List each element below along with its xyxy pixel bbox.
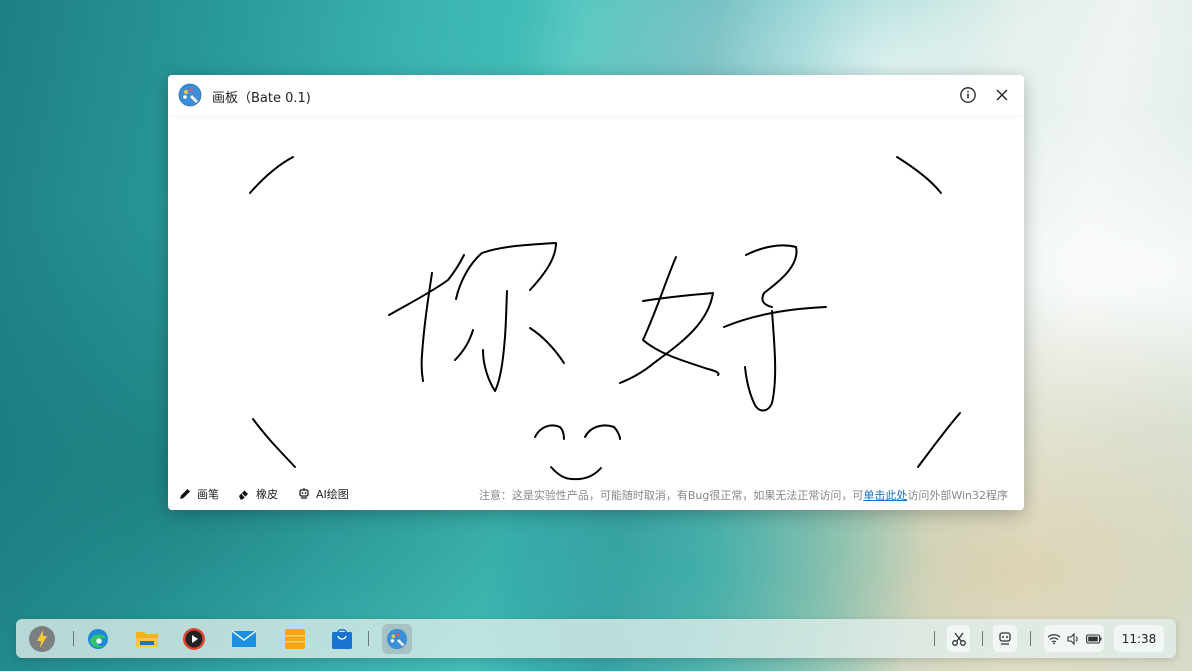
canvas-strokes	[249, 156, 961, 481]
stroke-top-left	[249, 156, 294, 194]
tray-separator	[1030, 631, 1031, 646]
stroke-top-right	[896, 156, 942, 194]
taskbar-separator	[73, 631, 74, 646]
experimental-notice: 注意：这是实验性产品，可能随时取消，有Bug很正常，如果无法正常访问，可单击此处…	[479, 487, 1008, 503]
eraser-tool-button[interactable]: 橡皮	[237, 485, 278, 503]
stroke-hao-2	[619, 292, 714, 384]
stroke-hao-4	[723, 306, 827, 328]
paint-palette-icon	[386, 628, 408, 650]
stroke-hao-3	[745, 244, 798, 308]
stroke-ni-4	[482, 290, 508, 392]
battery-icon	[1085, 633, 1101, 644]
notice-text-suffix: 访问外部Win32程序	[907, 489, 1008, 502]
tray-separator	[982, 631, 983, 646]
volume-icon	[1066, 632, 1078, 645]
pen-tool-button[interactable]: 画笔	[178, 485, 219, 503]
info-icon[interactable]	[959, 86, 977, 104]
eraser-icon	[239, 490, 248, 500]
notes-icon	[285, 629, 305, 649]
store-bag-icon	[332, 628, 352, 649]
stroke-mouth	[550, 466, 602, 481]
notice-text-prefix: 注意：这是实验性产品，可能随时取消，有Bug很正常，如果无法正常访问，可	[478, 489, 864, 502]
taskbar-paint-board[interactable]	[382, 624, 412, 654]
paint-board-window: 画板（Bate 0.1) 画笔 橡皮 AI绘图 注意：这是实验性产品，可能随时取…	[168, 75, 1024, 510]
assistant-icon	[999, 631, 1011, 645]
stroke-ni-2	[420, 272, 433, 382]
stroke-bottom-left	[252, 418, 296, 468]
taskbar-file-explorer[interactable]	[132, 624, 162, 654]
paint-palette-icon	[178, 83, 202, 107]
taskbar-clock[interactable]: 11:38	[1114, 625, 1164, 652]
stroke-hao-5	[744, 310, 777, 412]
taskbar-mail[interactable]	[229, 624, 259, 654]
pen-tool-label: 画笔	[197, 488, 219, 501]
launcher-button[interactable]	[27, 624, 57, 654]
taskbar-media-player[interactable]	[179, 624, 209, 654]
tray-assistant[interactable]	[993, 625, 1017, 652]
tray-screenshot[interactable]	[947, 625, 970, 652]
launcher-icon	[29, 626, 55, 652]
window-title: 画板（Bate 0.1)	[212, 91, 311, 106]
mail-icon	[231, 630, 257, 647]
scissors-icon	[951, 632, 966, 646]
stroke-eye-left	[534, 424, 565, 440]
taskbar-notes[interactable]	[280, 624, 310, 654]
stroke-ni-3	[455, 242, 557, 300]
taskbar-store[interactable]	[327, 624, 357, 654]
stroke-eye-right	[584, 424, 621, 440]
edge-browser-icon	[88, 629, 108, 649]
ai-draw-button[interactable]: AI绘图	[297, 485, 349, 503]
robot-icon	[299, 488, 309, 499]
ai-draw-label: AI绘图	[316, 488, 349, 501]
stroke-bottom-right	[917, 412, 961, 468]
wifi-icon	[1047, 633, 1060, 644]
stroke-hao-1	[642, 256, 720, 376]
win32-link[interactable]: 单击此处	[863, 489, 907, 502]
stroke-ni-6	[529, 327, 565, 364]
folder-icon	[136, 632, 158, 647]
close-icon[interactable]	[993, 86, 1011, 104]
drawing-canvas[interactable]	[168, 115, 1024, 510]
eraser-tool-label: 橡皮	[256, 488, 278, 501]
pen-icon	[180, 489, 190, 499]
stroke-ni-5	[454, 329, 474, 361]
title-bar: 画板（Bate 0.1)	[168, 75, 1024, 115]
taskbar-separator	[368, 631, 369, 646]
taskbar-edge[interactable]	[83, 624, 113, 654]
taskbar: 11:38	[16, 619, 1176, 658]
tray-system-status[interactable]	[1044, 625, 1104, 652]
tray-separator	[934, 631, 935, 646]
media-player-icon	[183, 628, 205, 650]
